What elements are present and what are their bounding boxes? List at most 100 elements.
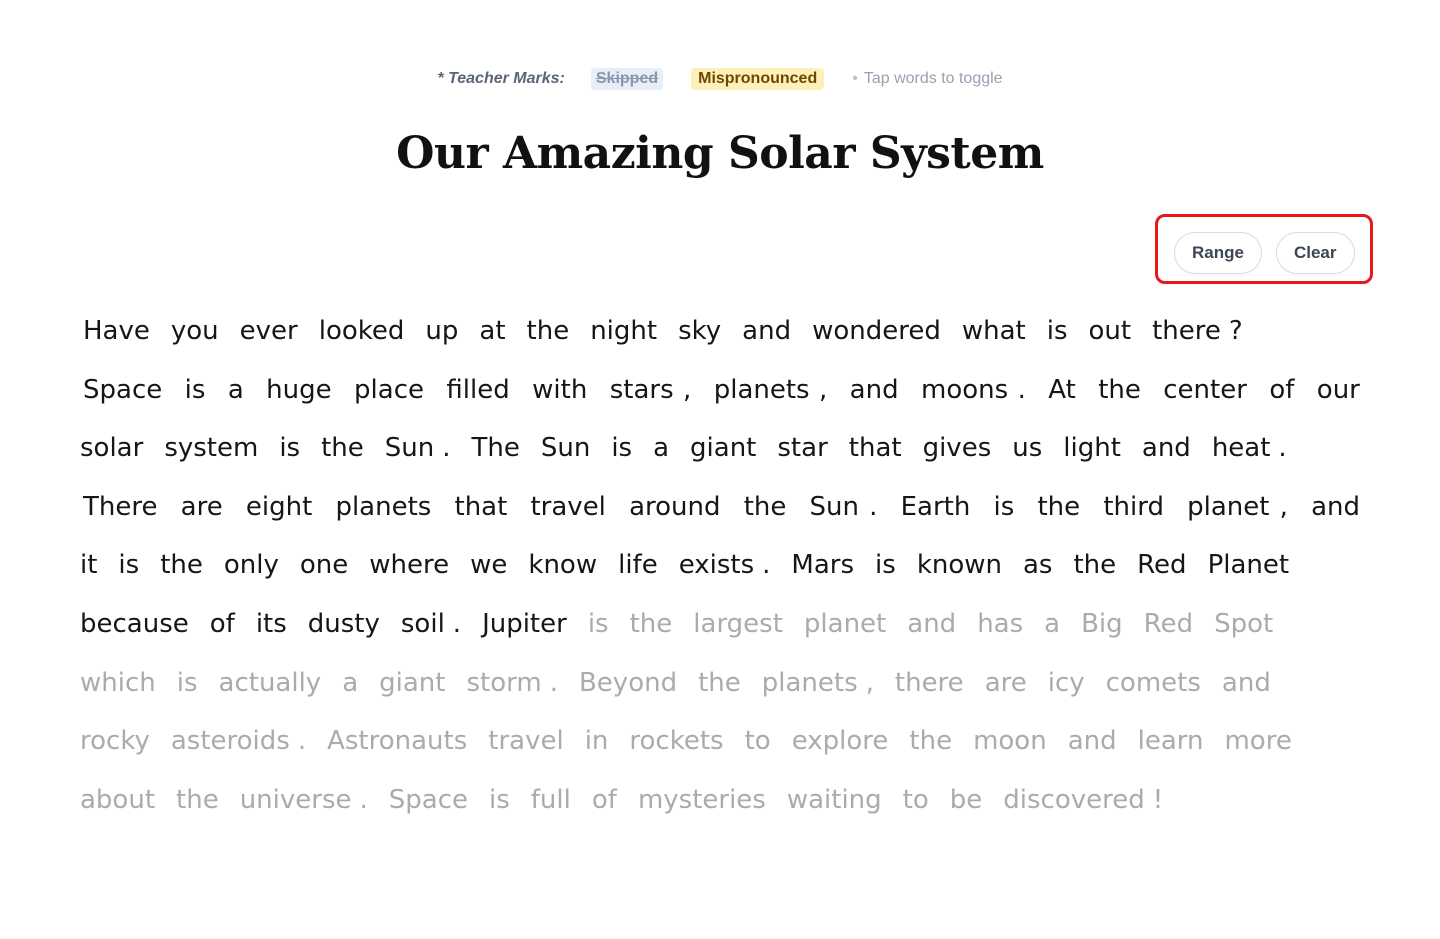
passage-word[interactable]: Astronauts <box>327 712 467 771</box>
passage-word[interactable]: Big <box>1081 595 1123 654</box>
passage-word[interactable]: filled <box>446 361 509 420</box>
passage-word[interactable]: light <box>1063 419 1121 478</box>
passage-word[interactable]: wondered <box>812 302 941 361</box>
passage-word[interactable]: and <box>1068 712 1117 771</box>
passage-word[interactable]: giant <box>379 654 445 713</box>
passage-word[interactable]: looked <box>319 302 405 361</box>
passage-word[interactable]: Red <box>1137 536 1186 595</box>
passage-punctuation[interactable]: , <box>1280 478 1288 537</box>
passage-word[interactable]: planets <box>335 478 431 537</box>
passage-word[interactable]: out <box>1089 302 1132 361</box>
passage-word[interactable]: stars <box>610 361 674 420</box>
passage-word[interactable]: as <box>1023 536 1052 595</box>
passage-word[interactable]: is <box>994 478 1015 537</box>
passage-punctuation[interactable]: . <box>1278 419 1286 478</box>
passage-word[interactable]: actually <box>219 654 322 713</box>
passage-word[interactable]: largest <box>693 595 783 654</box>
passage-word[interactable]: has <box>977 595 1023 654</box>
passage-word[interactable]: Sun <box>385 419 434 478</box>
passage-punctuation[interactable]: . <box>442 419 450 478</box>
passage-word[interactable]: center <box>1163 361 1247 420</box>
passage-word[interactable]: the <box>1098 361 1141 420</box>
passage-word[interactable]: the <box>698 654 741 713</box>
passage-word[interactable]: around <box>629 478 720 537</box>
passage-word[interactable]: of <box>1269 361 1294 420</box>
passage-word[interactable]: our <box>1317 361 1360 420</box>
passage-word[interactable]: which <box>80 654 156 713</box>
passage-punctuation[interactable]: ? <box>1229 302 1243 361</box>
passage-word[interactable]: Space <box>83 361 162 420</box>
passage-word[interactable]: is <box>489 771 510 830</box>
passage-word[interactable]: The <box>472 419 520 478</box>
passage-word[interactable]: the <box>909 712 952 771</box>
passage-word[interactable]: night <box>590 302 657 361</box>
passage-word[interactable]: known <box>917 536 1002 595</box>
passage-word[interactable]: the <box>321 419 364 478</box>
passage-punctuation[interactable]: . <box>762 536 770 595</box>
passage-word[interactable]: Red <box>1144 595 1193 654</box>
clear-button[interactable]: Clear <box>1275 232 1355 274</box>
passage-word[interactable]: of <box>210 595 235 654</box>
passage-word[interactable]: explore <box>792 712 889 771</box>
passage-word[interactable]: are <box>181 478 223 537</box>
passage-word[interactable]: travel <box>530 478 605 537</box>
passage-word[interactable]: more <box>1224 712 1291 771</box>
passage-word[interactable]: we <box>470 536 507 595</box>
passage-word[interactable]: ever <box>240 302 298 361</box>
passage-word[interactable]: is <box>588 595 609 654</box>
passage-word[interactable]: dusty <box>308 595 380 654</box>
passage-word[interactable]: Space <box>389 771 468 830</box>
passage-punctuation[interactable]: , <box>819 361 827 420</box>
passage-word[interactable]: There <box>83 478 157 537</box>
passage-word[interactable]: is <box>1047 302 1068 361</box>
passage-word[interactable]: a <box>342 654 358 713</box>
passage-word[interactable]: Planet <box>1208 536 1290 595</box>
passage-punctuation[interactable]: ! <box>1153 771 1163 830</box>
passage-word[interactable]: and <box>907 595 956 654</box>
passage-word[interactable]: with <box>532 361 587 420</box>
passage-word[interactable]: the <box>1073 536 1116 595</box>
passage-word[interactable]: star <box>777 419 827 478</box>
passage-word[interactable]: rocky <box>80 712 150 771</box>
passage-punctuation[interactable]: , <box>683 361 691 420</box>
passage-word[interactable]: place <box>354 361 424 420</box>
passage-word[interactable]: and <box>1142 419 1191 478</box>
passage-word[interactable]: discovered <box>1003 771 1144 830</box>
passage-word[interactable]: solar <box>80 419 143 478</box>
passage-word[interactable]: planet <box>1187 478 1269 537</box>
passage-word[interactable]: sky <box>678 302 721 361</box>
passage-word[interactable]: what <box>962 302 1026 361</box>
passage-word[interactable]: us <box>1012 419 1042 478</box>
passage-word[interactable]: a <box>653 419 669 478</box>
passage-word[interactable]: comets <box>1106 654 1201 713</box>
range-button[interactable]: Range <box>1174 232 1262 274</box>
passage-word[interactable]: about <box>80 771 155 830</box>
passage-word[interactable]: huge <box>266 361 331 420</box>
passage-punctuation[interactable]: . <box>360 771 368 830</box>
passage-word[interactable]: Have <box>83 302 150 361</box>
passage-word[interactable]: a <box>228 361 244 420</box>
passage-word[interactable]: planet <box>804 595 886 654</box>
passage-word[interactable]: asteroids <box>171 712 290 771</box>
passage-word[interactable]: Sun <box>810 478 859 537</box>
passage-word[interactable]: the <box>176 771 219 830</box>
passage-word[interactable]: at <box>479 302 505 361</box>
passage-word[interactable]: third <box>1103 478 1164 537</box>
passage-word[interactable]: moon <box>973 712 1047 771</box>
passage-word[interactable]: are <box>985 654 1027 713</box>
passage-word[interactable]: soil <box>401 595 445 654</box>
passage-punctuation[interactable]: . <box>453 595 461 654</box>
passage-word[interactable]: be <box>950 771 983 830</box>
passage-punctuation[interactable]: . <box>550 654 558 713</box>
passage-word[interactable]: is <box>279 419 300 478</box>
passage-word[interactable]: the <box>160 536 203 595</box>
passage-word[interactable]: there <box>1152 302 1221 361</box>
passage-word[interactable]: planets <box>714 361 810 420</box>
passage-word[interactable]: Mars <box>791 536 854 595</box>
passage-word[interactable]: to <box>903 771 929 830</box>
passage-word[interactable]: waiting <box>787 771 882 830</box>
passage-word[interactable]: and <box>1311 478 1360 537</box>
passage-word[interactable]: where <box>369 536 449 595</box>
passage-word[interactable]: universe <box>240 771 352 830</box>
passage-word[interactable]: At <box>1048 361 1076 420</box>
